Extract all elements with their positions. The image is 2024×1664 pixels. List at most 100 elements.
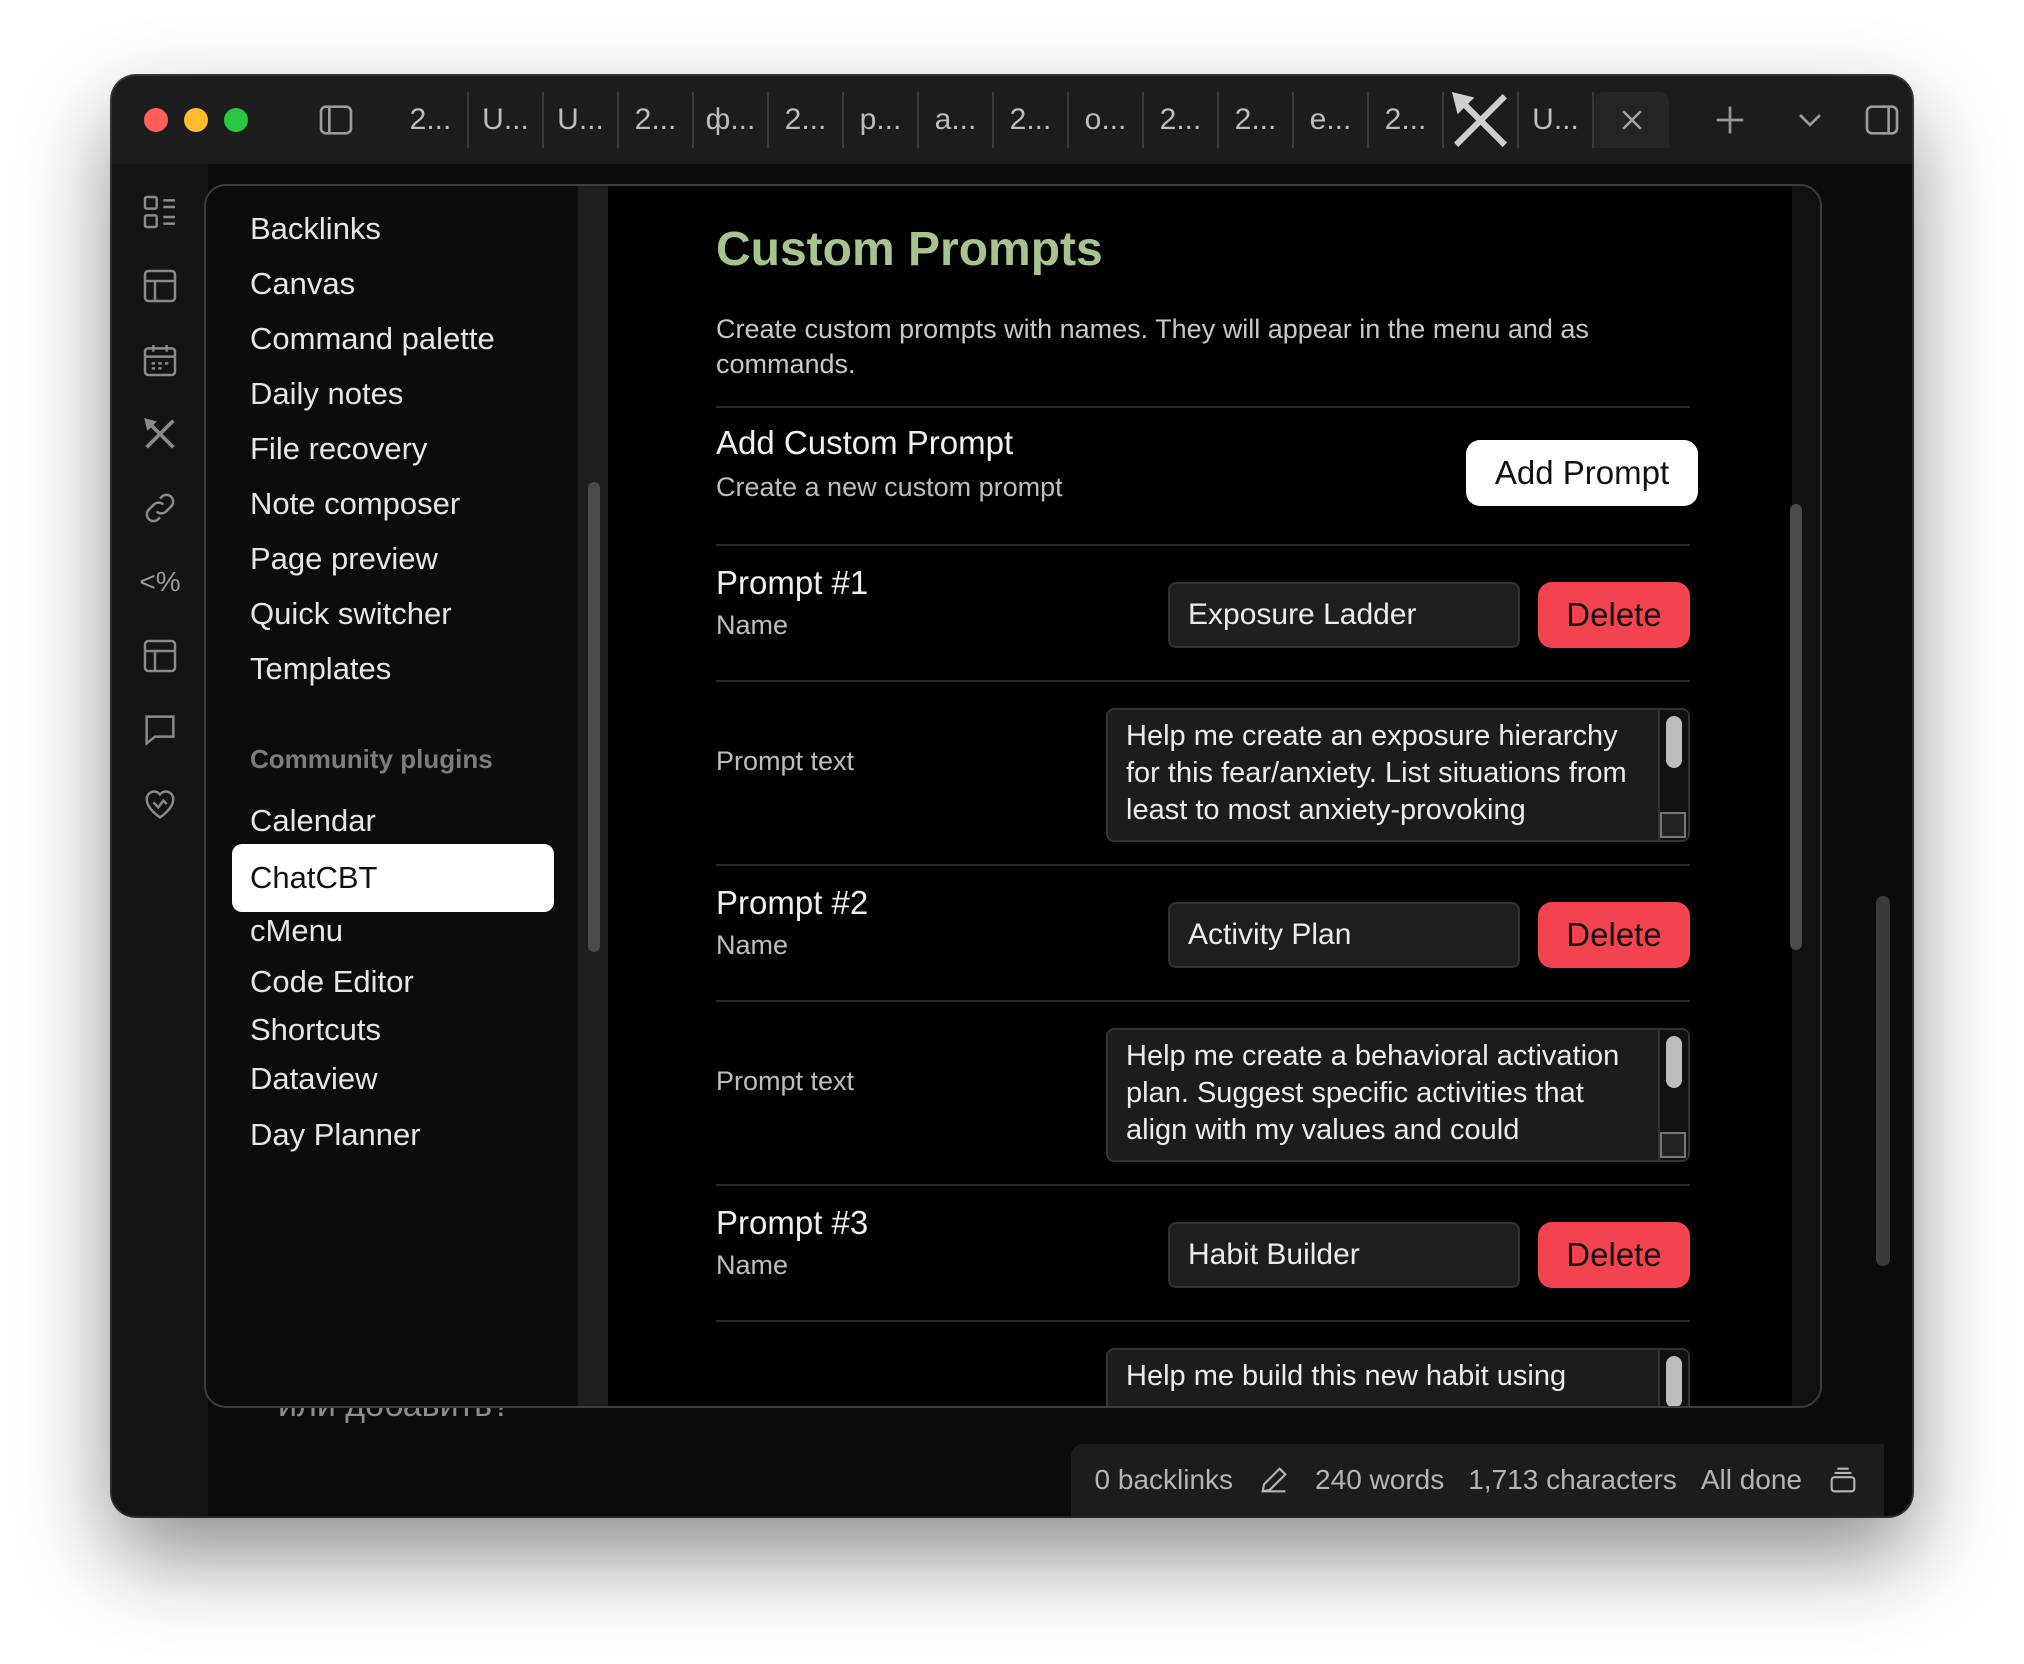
tab[interactable]: ф... — [694, 92, 769, 148]
right-sidebar-toggle-icon[interactable] — [1860, 98, 1904, 142]
settings-nav-item[interactable]: Calendar — [232, 794, 554, 848]
settings-nav-item-active[interactable]: ChatCBT — [232, 844, 554, 912]
word-count: 240 words — [1315, 1464, 1445, 1495]
settings-nav-item[interactable]: Templates — [232, 642, 554, 696]
page-description: Create custom prompts with names. They w… — [716, 314, 1589, 379]
tab[interactable]: 2... — [1144, 92, 1219, 148]
link-icon[interactable] — [132, 480, 188, 536]
settings-nav-item[interactable]: Command palette — [232, 312, 554, 366]
tab[interactable]: 2... — [619, 92, 694, 148]
textarea-scrollbar[interactable] — [1666, 1036, 1682, 1088]
template-icon[interactable]: <% — [132, 554, 188, 610]
minimize-window-button[interactable] — [184, 108, 208, 132]
prompt-text-area[interactable]: Help me create an exposure hierarchy for… — [1106, 708, 1690, 842]
prompt-name-label: Name — [716, 930, 789, 960]
sidebar-scrollbar[interactable] — [588, 482, 600, 952]
prompt-text-value: Help me create an exposure hierarchy for… — [1126, 720, 1627, 826]
content-scrollbar[interactable] — [1790, 504, 1802, 950]
dashboard-icon[interactable] — [132, 184, 188, 240]
settings-nav-item[interactable]: Code Editor Shortcuts — [232, 958, 554, 1054]
prompt-name-input[interactable]: Activity Plan — [1168, 902, 1520, 968]
textarea-scrollbar[interactable] — [1666, 1356, 1682, 1406]
new-tab-icon[interactable] — [1708, 98, 1752, 142]
table-icon[interactable] — [132, 258, 188, 314]
app-window: 2... U... U... 2... ф... 2... р... a... … — [112, 76, 1912, 1516]
tools-icon[interactable] — [132, 406, 188, 462]
page-title: Custom Prompts — [716, 223, 1103, 276]
tab[interactable]: 2... — [1369, 92, 1444, 148]
delete-prompt-button[interactable]: Delete — [1538, 902, 1690, 968]
settings-modal: Backlinks Canvas Command palette Daily n… — [204, 184, 1822, 1408]
layers-icon[interactable] — [1826, 1463, 1860, 1497]
sidebar-toggle-icon[interactable] — [314, 98, 358, 142]
tab[interactable]: р... — [844, 92, 919, 148]
character-count: 1,713 characters — [1468, 1464, 1677, 1495]
prompt-text-value: Help me build this new habit using — [1126, 1360, 1567, 1392]
tab-strip: 2... U... U... 2... ф... 2... р... a... … — [394, 91, 1669, 148]
calendar-icon[interactable] — [132, 332, 188, 388]
tab[interactable]: a... — [919, 92, 994, 148]
tab[interactable]: 2... — [994, 92, 1069, 148]
prompt-text-area[interactable]: Help me create a behavioral activation p… — [1106, 1028, 1690, 1162]
pencil-icon[interactable] — [1257, 1463, 1291, 1497]
textarea-scrollbar[interactable] — [1666, 716, 1682, 768]
tab[interactable]: е... — [1294, 92, 1369, 148]
prompt-name-input[interactable]: Exposure Ladder — [1168, 582, 1520, 648]
tab[interactable]: 2... — [769, 92, 844, 148]
tab[interactable]: 2... — [1219, 92, 1294, 148]
close-window-button[interactable] — [144, 108, 168, 132]
backlinks-count[interactable]: 0 backlinks — [1095, 1464, 1234, 1496]
divider — [716, 1320, 1690, 1322]
settings-nav-item[interactable]: Daily notes — [232, 367, 554, 421]
prompt-text-label: Prompt text — [716, 1066, 855, 1096]
chevron-down-icon[interactable] — [1788, 98, 1832, 142]
status-bar: 0 backlinks 240 words 1,713 characters A… — [1070, 1444, 1884, 1516]
tab[interactable]: U... — [544, 92, 619, 148]
resize-handle[interactable] — [1660, 812, 1686, 838]
divider — [716, 864, 1690, 866]
tools-icon — [1451, 91, 1507, 147]
left-ribbon: <% — [112, 164, 208, 1516]
settings-nav-item[interactable]: Page preview — [232, 532, 554, 586]
delete-prompt-button[interactable]: Delete — [1538, 1222, 1690, 1288]
tab[interactable]: 2... — [394, 92, 469, 148]
divider — [716, 680, 1690, 682]
settings-nav-item[interactable]: Quick switcher — [232, 587, 554, 641]
settings-sidebar: Backlinks Canvas Command palette Daily n… — [206, 186, 578, 1406]
tab[interactable]: U... — [469, 92, 544, 148]
add-prompt-title: Add Custom Prompt — [716, 424, 1014, 461]
prompt-text-area[interactable]: Help me build this new habit using — [1106, 1348, 1690, 1406]
tab[interactable]: о... — [1069, 92, 1144, 148]
prompt-name-label: Name — [716, 610, 789, 640]
delete-prompt-button[interactable]: Delete — [1538, 582, 1690, 648]
add-prompt-button[interactable]: Add Prompt — [1466, 440, 1698, 506]
add-prompt-description: Create a new custom prompt — [716, 472, 1063, 502]
heart-icon[interactable] — [132, 776, 188, 832]
sync-status[interactable]: All done — [1701, 1464, 1802, 1496]
prompt-name-label: Name — [716, 1250, 789, 1280]
settings-nav-item[interactable]: Canvas — [232, 257, 554, 311]
title-bar: 2... U... U... 2... ф... 2... р... a... … — [112, 76, 1912, 164]
maximize-window-button[interactable] — [224, 108, 248, 132]
resize-handle[interactable] — [1660, 1132, 1686, 1158]
settings-nav-item[interactable]: Note composer — [232, 477, 554, 531]
prompt-heading: Prompt #1 — [716, 564, 869, 601]
settings-nav-item[interactable]: File recovery — [232, 422, 554, 476]
settings-nav-item[interactable]: Backlinks — [232, 202, 554, 256]
chat-icon[interactable] — [132, 702, 188, 758]
prompt-name-input[interactable]: Habit Builder — [1168, 1222, 1520, 1288]
settings-nav-item[interactable]: Day Planner — [232, 1108, 554, 1162]
settings-nav-item[interactable]: cMenu — [232, 904, 554, 958]
tab-close-button[interactable] — [1594, 92, 1669, 148]
settings-content: Custom Prompts Create custom prompts wit… — [608, 186, 1820, 1406]
divider — [716, 1000, 1690, 1002]
prompt-text-label: Prompt text — [716, 746, 855, 776]
prompt-heading: Prompt #3 — [716, 1204, 869, 1241]
layout-icon[interactable] — [132, 628, 188, 684]
editor-scrollbar[interactable] — [1876, 896, 1890, 1266]
settings-nav-item[interactable]: Dataview — [232, 1052, 554, 1106]
tab[interactable]: U... — [1519, 92, 1594, 148]
close-icon — [1621, 110, 1642, 130]
tab-tools-plugin[interactable] — [1444, 91, 1519, 148]
community-plugins-heading: Community plugins — [250, 744, 493, 774]
